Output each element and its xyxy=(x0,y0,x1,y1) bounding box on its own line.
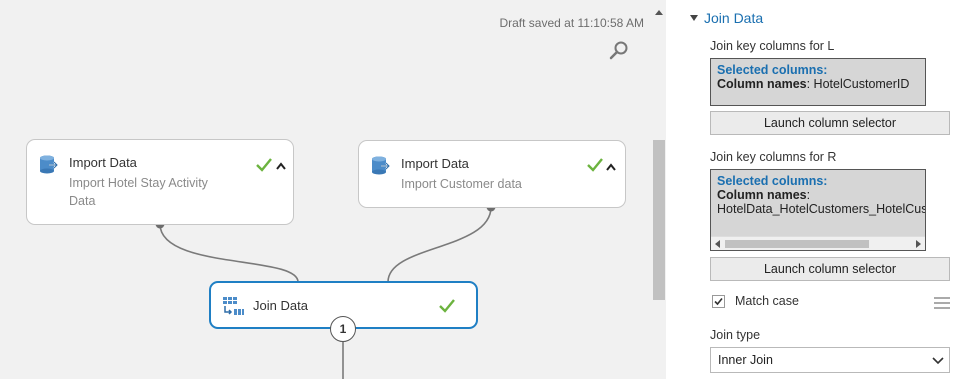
column-names-line: Column names: xyxy=(717,188,919,202)
connector-right xyxy=(387,206,492,283)
column-names-value: HotelData_HotelCustomers_HotelCus xyxy=(717,202,926,216)
scrollbar-thumb[interactable] xyxy=(653,140,665,300)
horizontal-scrollbar[interactable] xyxy=(711,236,925,250)
import-data-icon xyxy=(37,153,61,177)
import-data-icon xyxy=(369,154,393,178)
column-names-suffix: : xyxy=(806,188,811,202)
match-case-row[interactable]: Match case xyxy=(712,294,799,308)
right-keys-label: Join key columns for R xyxy=(710,150,837,164)
output-port-badge[interactable]: 1 xyxy=(330,316,356,342)
checkmark-icon xyxy=(255,156,273,174)
left-keys-label: Join key columns for L xyxy=(710,39,835,53)
selected-columns-heading: Selected columns: xyxy=(717,174,828,188)
column-names-label: Column names xyxy=(717,188,807,202)
collapse-triangle-icon xyxy=(690,15,698,21)
match-case-checkbox[interactable] xyxy=(712,294,725,308)
horizontal-scrollbar-thumb[interactable] xyxy=(725,240,869,248)
chevron-up-icon[interactable] xyxy=(605,160,617,172)
join-type-select[interactable]: Inner Join xyxy=(710,347,950,373)
panel-section-header[interactable]: Join Data xyxy=(690,10,763,26)
properties-panel: Join Data Join key columns for L Selecte… xyxy=(666,0,978,379)
left-keys-selection: Selected columns: Column names: HotelCus… xyxy=(710,58,926,106)
column-names-value: : HotelCustomerID xyxy=(806,77,910,91)
scroll-left-arrow-icon[interactable] xyxy=(715,240,720,248)
checkmark-icon xyxy=(438,297,456,315)
scroll-right-arrow-icon[interactable] xyxy=(916,240,921,248)
chevron-up-icon[interactable] xyxy=(275,159,287,171)
chevron-down-icon xyxy=(931,353,945,367)
module-title: Join Data xyxy=(253,298,308,313)
module-title: Import Data xyxy=(69,155,137,170)
selected-columns-heading: Selected columns: xyxy=(717,63,828,77)
module-subtitle: Import Customer data xyxy=(401,177,522,191)
launch-column-selector-button-left[interactable]: Launch column selector xyxy=(710,111,950,135)
module-title: Import Data xyxy=(401,156,469,171)
module-import-customer[interactable]: Import Data Import Customer data xyxy=(358,140,626,208)
panel-title: Join Data xyxy=(704,10,764,26)
join-type-value: Inner Join xyxy=(718,353,773,367)
module-subtitle: Import Hotel Stay Activity Data xyxy=(69,174,208,210)
match-case-label: Match case xyxy=(735,294,799,308)
hamburger-menu-icon[interactable] xyxy=(934,296,950,310)
checkmark-icon xyxy=(586,156,604,174)
module-subtitle-line: Data xyxy=(69,194,96,208)
connector-left xyxy=(159,223,299,283)
module-subtitle-line: Import Hotel Stay Activity xyxy=(69,176,208,190)
experiment-canvas[interactable]: Draft saved at 11:10:58 AM Import Data I… xyxy=(0,0,652,379)
column-names-line: Column names: HotelCustomerID xyxy=(717,77,919,91)
right-keys-selection: Selected columns: Column names: HotelDat… xyxy=(710,169,926,251)
module-import-hotel-stay[interactable]: Import Data Import Hotel Stay Activity D… xyxy=(26,139,294,225)
column-names-label: Column names xyxy=(717,77,807,91)
launch-column-selector-button-right[interactable]: Launch column selector xyxy=(710,257,950,281)
join-type-label: Join type xyxy=(710,328,761,342)
join-data-icon xyxy=(221,295,245,319)
scroll-up-arrow-icon[interactable] xyxy=(652,4,666,15)
